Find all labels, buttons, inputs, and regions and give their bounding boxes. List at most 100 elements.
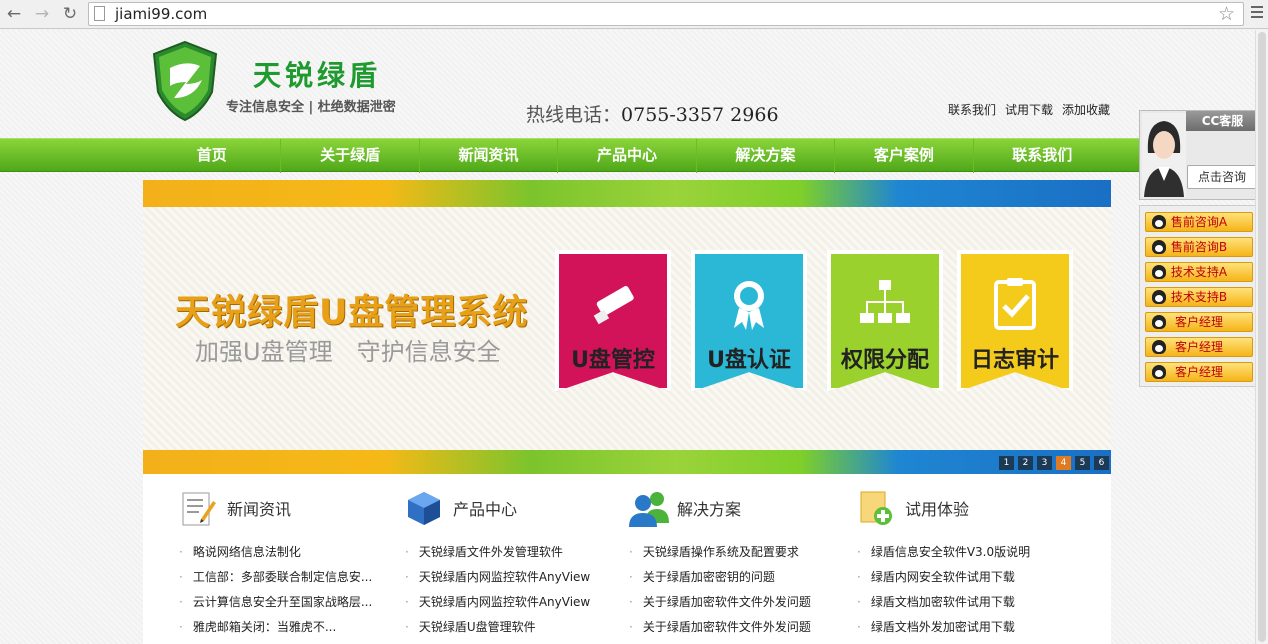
qq-penguin-icon [1152, 340, 1166, 354]
forward-arrow-icon[interactable]: → [31, 3, 53, 25]
pager-dot[interactable]: 5 [1075, 456, 1090, 470]
address-bar[interactable]: jiami99.com ☆ [88, 2, 1244, 26]
pager-dot[interactable]: 1 [999, 456, 1014, 470]
list-item[interactable]: 关于绿盾加密软件文件外发问题 [629, 590, 854, 615]
service-list: 售前咨询A 售前咨询B 技术支持A 技术支持B 客户经理 客户经理 客户经理 [1139, 205, 1259, 387]
scrollbar-thumb[interactable] [1258, 32, 1266, 642]
nav-news[interactable]: 新闻资讯 [420, 139, 559, 173]
clipboard-check-icon [961, 276, 1069, 344]
banner-subtitle: 加强U盘管理 守护信息安全 [195, 338, 501, 366]
pager-dot-active[interactable]: 4 [1056, 456, 1071, 470]
nav-about[interactable]: 关于绿盾 [281, 139, 420, 173]
pager-dot[interactable]: 2 [1018, 456, 1033, 470]
banner-top-stripe [143, 180, 1111, 207]
column-title[interactable]: 产品中心 [453, 496, 517, 520]
agent-avatar [1142, 113, 1186, 197]
award-ribbon-icon [695, 276, 803, 342]
product-cube-icon [405, 489, 443, 527]
page-icon [94, 6, 105, 21]
trial-download-link[interactable]: 试用下载 [1005, 103, 1053, 117]
consult-button[interactable]: 点击咨询 [1187, 165, 1257, 189]
account-manager-button[interactable]: 客户经理 [1145, 337, 1253, 357]
brand-name[interactable]: 天锐绿盾 [253, 54, 381, 94]
account-manager-button[interactable]: 客户经理 [1145, 362, 1253, 382]
tech-support-a-button[interactable]: 技术支持A [1145, 262, 1253, 282]
qq-penguin-icon [1152, 215, 1166, 229]
browser-toolbar: ← → ↻ jiami99.com ☆ [0, 0, 1268, 29]
nav-cases[interactable]: 客户案例 [835, 139, 974, 173]
tile-permissions[interactable]: 权限分配 [827, 250, 943, 392]
presale-b-button[interactable]: 售前咨询B [1145, 237, 1253, 257]
shield-logo-icon[interactable] [152, 40, 218, 122]
list-item[interactable]: 绿盾信息安全软件V3.0版说明 [857, 540, 1082, 565]
list-item[interactable]: 云计算信息安全升至国家战略层... [179, 590, 404, 615]
list-item[interactable]: 绿盾文档加密软件试用下载 [857, 590, 1082, 615]
news-column: 新闻资讯 略说网络信息法制化 工信部：多部委联合制定信息安... 云计算信息安全… [179, 488, 404, 640]
list-item[interactable]: 天锐绿盾内网监控软件AnyView [405, 590, 630, 615]
web-page: 天锐绿盾 专注信息安全 | 杜绝数据泄密 热线电话：0755-3357 2966… [0, 30, 1255, 644]
list-item[interactable]: 雅虎邮箱关闭：当雅虎不... [179, 615, 404, 640]
list-item[interactable]: 绿盾内网安全软件试用下载 [857, 565, 1082, 590]
column-title[interactable]: 新闻资讯 [227, 496, 291, 520]
list-item[interactable]: 绿盾文档外发加密试用下载 [857, 615, 1082, 640]
news-pencil-icon [179, 489, 217, 527]
tile-log-audit[interactable]: 日志审计 [957, 250, 1073, 392]
hotline-number: 0755-3357 2966 [621, 104, 779, 126]
qq-penguin-icon [1152, 365, 1166, 379]
add-favorite-link[interactable]: 添加收藏 [1062, 103, 1110, 117]
contact-us-link[interactable]: 联系我们 [948, 103, 996, 117]
usb-drive-icon [559, 276, 667, 338]
list-item[interactable]: 工信部：多部委联合制定信息安... [179, 565, 404, 590]
add-document-icon [857, 489, 895, 527]
support-title: CC客服 [1186, 111, 1259, 131]
products-column: 产品中心 天锐绿盾文件外发管理软件 天锐绿盾内网监控软件AnyView 天锐绿盾… [405, 488, 630, 640]
main-nav: 首页 关于绿盾 新闻资讯 产品中心 解决方案 客户案例 联系我们 [0, 138, 1255, 173]
content-columns: 新闻资讯 略说网络信息法制化 工信部：多部委联合制定信息安... 云计算信息安全… [143, 474, 1111, 644]
tile-usb-auth[interactable]: U盘认证 [691, 250, 807, 392]
presale-a-button[interactable]: 售前咨询A [1145, 212, 1253, 232]
back-arrow-icon[interactable]: ← [3, 3, 25, 25]
nav-products[interactable]: 产品中心 [558, 139, 697, 173]
solutions-column: 解决方案 天锐绿盾操作系统及配置要求 关于绿盾加密密钥的问题 关于绿盾加密软件文… [629, 488, 854, 640]
tile-usb-control[interactable]: U盘管控 [555, 250, 671, 392]
qq-penguin-icon [1152, 315, 1166, 329]
list-item[interactable]: 天锐绿盾内网监控软件AnyView [405, 565, 630, 590]
tile-label: U盘管控 [571, 348, 655, 373]
banner-title: 天锐绿盾U盘管理系统 [175, 293, 529, 333]
bookmark-star-icon[interactable]: ☆ [1218, 3, 1235, 25]
list-item[interactable]: 天锐绿盾U盘管理软件 [405, 615, 630, 640]
banner-bottom-stripe [143, 450, 1111, 474]
tech-support-b-button[interactable]: 技术支持B [1145, 287, 1253, 307]
nav-contact[interactable]: 联系我们 [974, 139, 1111, 173]
qq-penguin-icon [1152, 240, 1166, 254]
account-manager-button[interactable]: 客户经理 [1145, 312, 1253, 332]
reload-icon[interactable]: ↻ [59, 3, 81, 25]
page-scrollbar[interactable] [1255, 30, 1268, 644]
pager-dot[interactable]: 6 [1094, 456, 1109, 470]
support-widget: CC客服 点击咨询 [1139, 110, 1259, 200]
trial-column: 试用体验 绿盾信息安全软件V3.0版说明 绿盾内网安全软件试用下载 绿盾文档加密… [857, 488, 1082, 640]
nav-solutions[interactable]: 解决方案 [697, 139, 836, 173]
column-title[interactable]: 试用体验 [905, 496, 969, 520]
tile-label: U盘认证 [707, 348, 791, 373]
list-item[interactable]: 天锐绿盾文件外发管理软件 [405, 540, 630, 565]
tile-label: 日志审计 [970, 348, 1059, 373]
hotline-label: 热线电话： [526, 104, 622, 126]
column-title[interactable]: 解决方案 [677, 496, 741, 520]
hero-banner[interactable]: 天锐绿盾U盘管理系统 加强U盘管理 守护信息安全 U盘管控 U盘认证 权限分配 … [143, 180, 1111, 474]
nav-home[interactable]: 首页 [143, 139, 282, 173]
banner-pager: 1 2 3 4 5 6 [999, 456, 1109, 470]
qq-penguin-icon [1152, 265, 1166, 279]
users-icon [629, 489, 669, 527]
browser-menu-icon[interactable] [1251, 6, 1263, 21]
list-item[interactable]: 关于绿盾加密软件文件外发问题 [629, 615, 854, 640]
list-item[interactable]: 关于绿盾加密密钥的问题 [629, 565, 854, 590]
org-chart-icon [831, 276, 939, 342]
tile-label: 权限分配 [840, 348, 929, 373]
list-item[interactable]: 天锐绿盾操作系统及配置要求 [629, 540, 854, 565]
pager-dot[interactable]: 3 [1037, 456, 1052, 470]
qq-penguin-icon [1152, 290, 1166, 304]
top-links: 联系我们 试用下载 添加收藏 [948, 101, 1119, 118]
url-text[interactable]: jiami99.com [115, 5, 207, 23]
list-item[interactable]: 略说网络信息法制化 [179, 540, 404, 565]
